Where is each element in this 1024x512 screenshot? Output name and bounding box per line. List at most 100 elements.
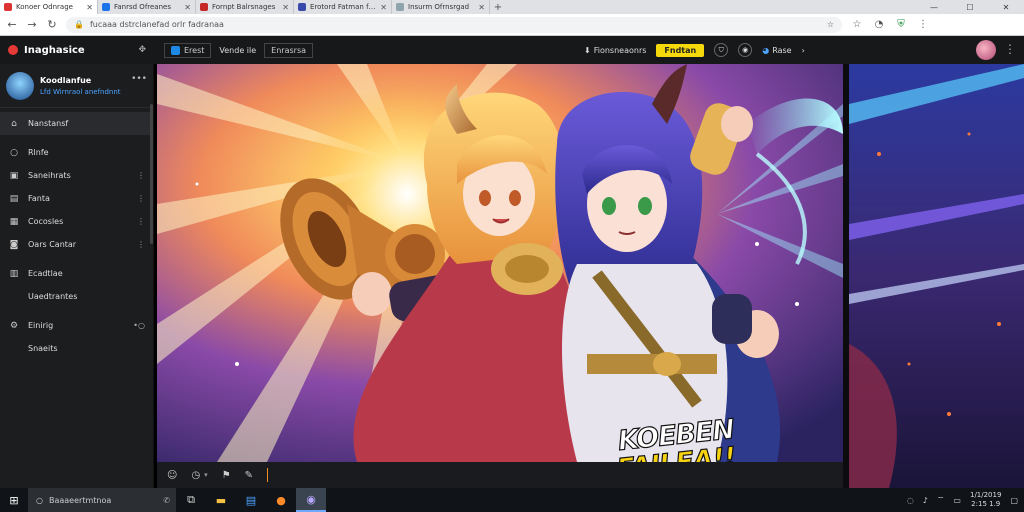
- profile-options-icon[interactable]: •••: [131, 74, 147, 84]
- sidebar-item-3[interactable]: ▤ Fanta ⋮: [0, 187, 153, 210]
- battery-icon[interactable]: ▭: [953, 496, 961, 505]
- url-input[interactable]: 🔒 fucaaa dstrclanefad orlr fadranaa ☆: [66, 16, 842, 33]
- profile-text: Koodlanfue Lfd Wirnraol anefndnnt: [40, 76, 125, 96]
- sidebar-item-label: Rlnfe: [28, 148, 49, 157]
- browser-tab-3[interactable]: Erotord Fatman fenars ✕: [294, 0, 392, 14]
- close-icon[interactable]: ✕: [380, 3, 387, 12]
- sidebar-item-9[interactable]: Snaeits: [0, 337, 153, 360]
- clock-icon[interactable]: ◷: [191, 470, 200, 481]
- close-icon[interactable]: ✕: [282, 3, 289, 12]
- pin-icon[interactable]: ✥: [138, 45, 146, 55]
- back-arrow-icon[interactable]: ←: [6, 18, 18, 31]
- browser-tab-0[interactable]: Konoer Odnrage ✕: [0, 0, 98, 14]
- system-tray: ◌ ♪ ⌔ ▭ 1/1/2019 2:15 1.9 ▢: [907, 491, 1024, 509]
- next-arrow-icon[interactable]: ›: [802, 46, 805, 55]
- task-view-icon[interactable]: ⧉: [176, 488, 206, 512]
- search-placeholder: Baaaeertmtnoa: [48, 495, 112, 505]
- wifi-icon[interactable]: ⌔: [937, 495, 945, 505]
- sidebar-item-6[interactable]: ▥ Ecadtlae: [0, 262, 153, 285]
- sidebar-item-2[interactable]: ▣ Saneihrats ⋮: [0, 164, 153, 187]
- profile-card[interactable]: Koodlanfue Lfd Wirnraol anefndnnt •••: [0, 64, 153, 108]
- home-icon: ⌂: [11, 118, 17, 129]
- tab-label: Fornpt Balrsnages: [212, 3, 276, 11]
- microphone-icon[interactable]: ✆: [163, 496, 170, 505]
- sidebar-item-4[interactable]: ▦ Cocosles ⋮: [0, 210, 153, 233]
- sidebar-item-label: Saneihrats: [28, 171, 71, 180]
- profile-icon[interactable]: ◔: [872, 19, 886, 30]
- sidebar-item-7[interactable]: Uaedtrantes: [0, 285, 153, 308]
- sidebar-item-8[interactable]: ⚙ Einirig •○: [0, 314, 153, 337]
- reload-icon[interactable]: ↻: [46, 18, 58, 31]
- browser-tab-1[interactable]: Fanrsd Ofreanes ✕: [98, 0, 196, 14]
- file-explorer-icon[interactable]: ▬: [206, 488, 236, 512]
- os-taskbar: ⊞ ○ Baaaeertmtnoa ✆ ⧉ ▬ ▤ ● ◉ ◌ ♪ ⌔ ▭ 1/…: [0, 488, 1024, 512]
- upgrade-button[interactable]: Fndtan: [656, 43, 705, 57]
- artwork-illustration: [157, 64, 843, 462]
- sidebar-item-0[interactable]: ⌂ Nanstansf: [0, 112, 153, 135]
- browser-tab-2[interactable]: Fornpt Balrsnages ✕: [196, 0, 294, 14]
- kebab-icon[interactable]: ⋮: [137, 240, 145, 249]
- sidebar-item-label: Einirig: [28, 321, 54, 330]
- browser-tab-4[interactable]: Insurm Ofrnsrgad ✕: [392, 0, 490, 14]
- pen-icon[interactable]: ✎: [245, 470, 253, 481]
- text-caret[interactable]: [267, 468, 269, 482]
- network-icon[interactable]: ◌: [907, 496, 914, 505]
- taskbar-clock[interactable]: 1/1/2019 2:15 1.9: [970, 491, 1001, 509]
- more-menu-icon[interactable]: ⋮: [1004, 42, 1016, 56]
- store-icon[interactable]: ▤: [236, 488, 266, 512]
- share-button[interactable]: ◕ Rase: [762, 46, 791, 55]
- emoji-icon[interactable]: ☺: [167, 470, 177, 481]
- firefox-icon[interactable]: ●: [266, 488, 296, 512]
- download-button[interactable]: ⬇ Fionsneaonrs: [584, 46, 646, 55]
- bookmark-star-icon[interactable]: ☆: [827, 20, 834, 29]
- sidebar: Koodlanfue Lfd Wirnraol anefndnnt ••• ⌂ …: [0, 64, 154, 488]
- shield-icon[interactable]: ⛨: [894, 19, 908, 30]
- taskbar-search-input[interactable]: ○ Baaaeertmtnoa ✆: [28, 488, 176, 512]
- search-icon: ○: [36, 495, 43, 505]
- sidebar-scrollbar[interactable]: [150, 104, 153, 244]
- maximize-icon[interactable]: ☐: [952, 0, 988, 14]
- toolbar-tab-1[interactable]: Vende ile: [219, 46, 256, 55]
- history-icon[interactable]: ◉: [738, 43, 753, 57]
- download-icon: ⬇: [584, 45, 591, 55]
- notifications-icon[interactable]: ▢: [1010, 496, 1018, 505]
- window-controls: — ☐ ✕: [916, 0, 1024, 14]
- flag-icon[interactable]: ⚑: [222, 470, 231, 481]
- toolbar-tab-0[interactable]: Erest: [164, 42, 212, 58]
- kebab-icon[interactable]: ⋮: [137, 171, 145, 180]
- toolbar-tab-2[interactable]: Enrasrsa: [264, 42, 314, 58]
- sidebar-item-5[interactable]: ◙ Oars Cantar ⋮: [0, 233, 153, 256]
- minimize-icon[interactable]: —: [916, 0, 952, 14]
- close-icon[interactable]: ✕: [184, 3, 191, 12]
- sidebar-item-1[interactable]: ○ Rlnfe: [0, 141, 153, 164]
- profile-name: Koodlanfue: [40, 75, 92, 85]
- user-avatar[interactable]: [976, 40, 996, 60]
- browser-menu-icon[interactable]: ⋮: [916, 19, 930, 30]
- volume-icon[interactable]: ♪: [923, 496, 928, 505]
- preview-panel[interactable]: [849, 64, 1024, 488]
- close-icon[interactable]: ✕: [478, 3, 485, 12]
- app-logo-icon: [8, 45, 18, 55]
- close-window-icon[interactable]: ✕: [988, 0, 1024, 14]
- kebab-icon[interactable]: ⋮: [137, 194, 145, 203]
- new-tab-button[interactable]: +: [490, 0, 506, 14]
- extension-icon[interactable]: ☆: [850, 19, 864, 30]
- forward-arrow-icon[interactable]: →: [26, 18, 38, 31]
- browser-address-bar: ← → ↻ 🔒 fucaaa dstrclanefad orlr fadrana…: [0, 14, 1024, 36]
- tab-favicon: [298, 3, 306, 11]
- artwork-canvas[interactable]: KOEBEN FAILEA!!: [157, 64, 843, 462]
- share-label: Rase: [772, 45, 792, 55]
- profile-avatar: [6, 71, 34, 100]
- clock-time: 2:15 1.9: [971, 500, 1001, 508]
- close-icon[interactable]: ✕: [86, 3, 93, 12]
- tab-favicon: [396, 3, 404, 11]
- sidebar-item-label: Oars Cantar: [28, 240, 77, 249]
- app-brand[interactable]: Inaghasice ✥: [0, 45, 154, 56]
- app-taskbar-icon[interactable]: ◉: [296, 488, 326, 512]
- windows-start-icon[interactable]: ⊞: [0, 488, 28, 512]
- app-header: Inaghasice ✥ Erest Vende ile Enrasrsa ⬇ …: [0, 36, 1024, 64]
- kebab-icon[interactable]: ⋮: [137, 217, 145, 226]
- status-toggle-icon[interactable]: •○: [133, 321, 145, 330]
- chevron-down-icon[interactable]: ▾: [204, 471, 208, 479]
- shield-badge-icon[interactable]: ⛉: [714, 43, 729, 57]
